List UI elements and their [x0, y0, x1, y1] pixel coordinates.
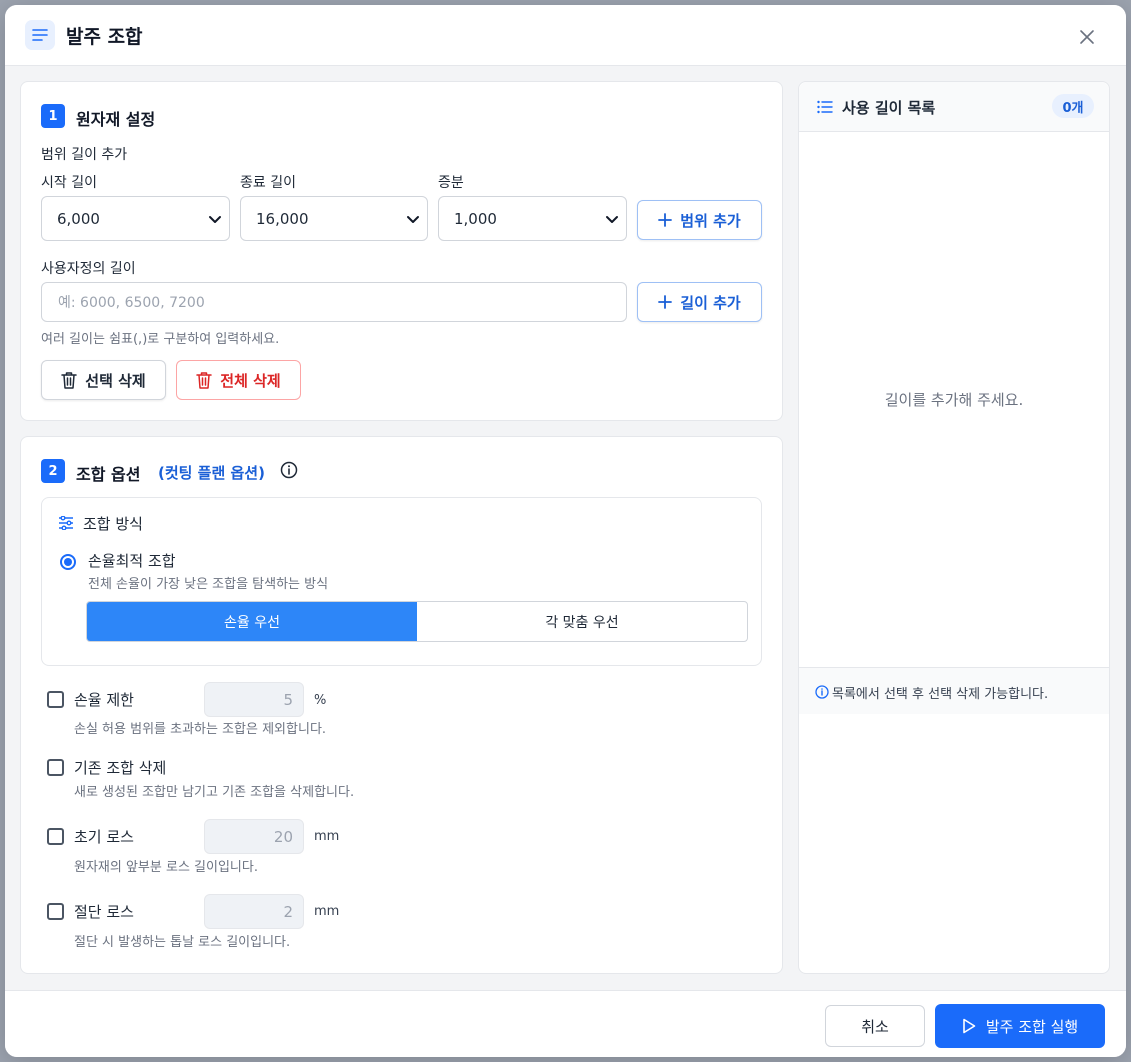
increment-label: 증분 [438, 175, 464, 191]
length-list-header: 사용 길이 목록 0개 [799, 82, 1109, 132]
material-section-title: 원자재 설정 [76, 110, 156, 129]
initial-loss-unit: mm [314, 829, 340, 844]
increment-select[interactable]: 1,000 [438, 196, 627, 241]
length-list-footer: 목록에서 선택 후 선택 삭제 가능합니다. [799, 667, 1109, 714]
loss-optimal-label[interactable]: 손율최적 조합 [88, 550, 176, 571]
step-badge-1: 1 [41, 104, 65, 128]
chevron-down-icon [407, 216, 419, 223]
order-combination-dialog: 발주 조합 1 원자재 설정 범위 길이 추가 시작 길이 6,000 종료 길… [5, 5, 1126, 1057]
start-length-value: 6,000 [57, 209, 100, 228]
delete-selected-label: 선택 삭제 [85, 371, 146, 390]
range-length-title: 범위 길이 추가 [41, 147, 128, 163]
length-count-badge: 0개 [1052, 94, 1094, 118]
dialog-title: 발주 조합 [66, 26, 143, 48]
dialog-header: 발주 조합 [5, 5, 1126, 66]
play-icon [963, 1018, 976, 1034]
length-list-hint: 목록에서 선택 후 선택 삭제 가능합니다. [832, 687, 1049, 702]
cut-loss-desc: 절단 시 발생하는 톱날 로스 길이입니다. [74, 935, 291, 950]
chevron-down-icon [209, 216, 221, 223]
options-section-title: 조합 옵션 [76, 465, 141, 484]
options-section-subtitle: (컷팅 플랜 옵션) [158, 464, 265, 482]
loss-optimal-radio[interactable] [60, 554, 76, 570]
plus-icon [658, 295, 673, 309]
delete-all-button[interactable]: 전체 삭제 [176, 360, 301, 400]
chevron-down-icon [606, 216, 618, 223]
delete-existing-checkbox[interactable] [47, 759, 64, 776]
start-length-select[interactable]: 6,000 [41, 196, 230, 241]
add-length-button[interactable]: 길이 추가 [637, 282, 762, 322]
initial-loss-checkbox[interactable] [47, 828, 64, 845]
combination-method-box: 조합 방식 손율최적 조합 전체 손율이 가장 낮은 조합을 탐색하는 방식 손… [41, 497, 762, 666]
step-badge-2: 2 [41, 459, 65, 483]
end-length-select[interactable]: 16,000 [240, 196, 428, 241]
add-range-label: 범위 추가 [680, 211, 741, 230]
length-list-panel: 사용 길이 목록 0개 길이를 추가해 주세요. 목록에서 선택 후 선택 삭제… [798, 81, 1110, 974]
info-icon[interactable] [280, 461, 298, 479]
plus-icon [658, 213, 673, 227]
run-button-label: 발주 조합 실행 [985, 1017, 1079, 1036]
delete-existing-desc: 새로 생성된 조합만 남기고 기존 조합을 삭제합니다. [74, 785, 355, 800]
add-range-button[interactable]: 범위 추가 [637, 200, 762, 240]
info-icon [815, 685, 829, 699]
custom-length-placeholder: 예: 6000, 6500, 7200 [58, 295, 205, 311]
end-length-value: 16,000 [256, 209, 309, 228]
custom-length-input[interactable]: 예: 6000, 6500, 7200 [41, 282, 627, 322]
run-order-combination-button[interactable]: 발주 조합 실행 [935, 1004, 1105, 1048]
loss-optimal-desc: 전체 손율이 가장 낮은 조합을 탐색하는 방식 [88, 577, 329, 592]
cut-loss-label: 절단 로스 [74, 903, 134, 921]
increment-value: 1,000 [454, 209, 497, 228]
delete-selected-button[interactable]: 선택 삭제 [41, 360, 166, 400]
material-settings-card: 1 원자재 설정 범위 길이 추가 시작 길이 6,000 종료 길이 16,0… [20, 81, 783, 421]
close-icon [1080, 30, 1094, 44]
cut-loss-input[interactable]: 2 [204, 894, 304, 929]
loss-limit-label: 손율 제한 [74, 691, 134, 709]
delete-existing-label: 기존 조합 삭제 [74, 759, 167, 777]
end-length-label: 종료 길이 [240, 175, 296, 191]
loss-limit-unit: % [314, 693, 327, 708]
initial-loss-input[interactable]: 20 [204, 819, 304, 854]
menu-lines-icon [25, 20, 55, 50]
add-length-label: 길이 추가 [680, 293, 741, 312]
loss-limit-desc: 손실 허용 범위를 초과하는 조합은 제외합니다. [74, 722, 327, 737]
start-length-label: 시작 길이 [41, 175, 97, 191]
custom-length-hint: 여러 길이는 쉼표(,)로 구분하여 입력하세요. [41, 332, 280, 347]
priority-segmented-control: 손율 우선 각 맞춤 우선 [86, 601, 748, 642]
initial-loss-label: 초기 로스 [74, 828, 134, 846]
cut-loss-checkbox[interactable] [47, 903, 64, 920]
initial-loss-desc: 원자재의 앞부분 로스 길이입니다. [74, 860, 258, 875]
trash-icon [196, 372, 213, 389]
combination-options-card: 2 조합 옵션 (컷팅 플랜 옵션) 조합 방식 손율최적 조합 전체 손율이 … [20, 436, 783, 974]
trash-icon [61, 372, 78, 389]
length-list-title: 사용 길이 목록 [842, 99, 936, 117]
segment-loss-priority[interactable]: 손율 우선 [87, 602, 417, 641]
sliders-icon [58, 515, 74, 531]
combination-method-title: 조합 방식 [83, 515, 143, 533]
loss-limit-checkbox[interactable] [47, 691, 64, 708]
loss-limit-input[interactable]: 5 [204, 682, 304, 717]
length-list-empty-text: 길이를 추가해 주세요. [884, 391, 1024, 409]
dialog-footer: 취소 발주 조합 실행 [5, 990, 1126, 1057]
delete-all-label: 전체 삭제 [220, 371, 281, 390]
segment-angle-priority[interactable]: 각 맞춤 우선 [417, 602, 747, 641]
close-button[interactable] [1075, 25, 1099, 49]
cancel-button[interactable]: 취소 [825, 1005, 925, 1047]
cut-loss-unit: mm [314, 904, 340, 919]
list-icon [817, 99, 833, 114]
custom-length-label: 사용자정의 길이 [41, 261, 136, 277]
